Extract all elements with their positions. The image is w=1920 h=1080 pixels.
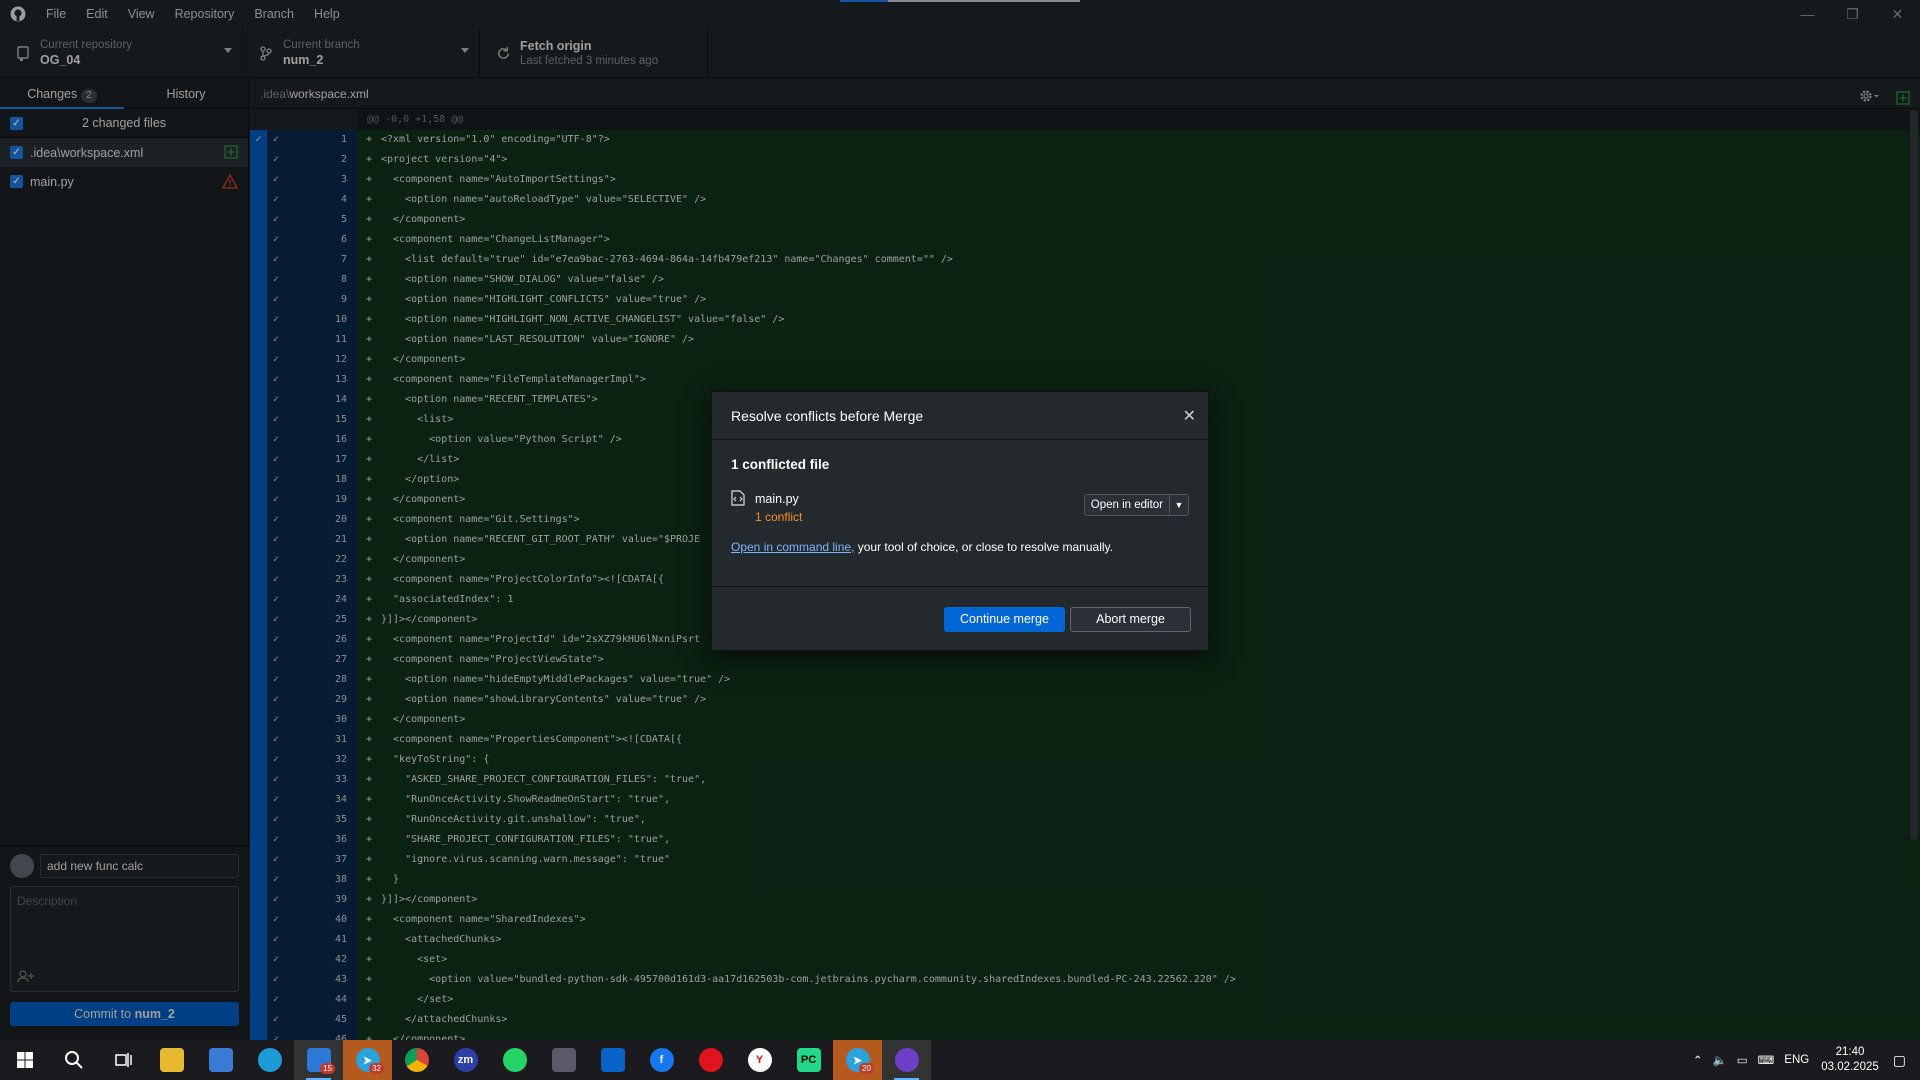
telegram-badge: 20 [859, 1063, 874, 1074]
github-desktop-icon[interactable] [882, 1040, 931, 1080]
conflicted-file-name: main.py [755, 492, 799, 506]
telegram-icon[interactable]: ➤ 20 [833, 1040, 882, 1080]
whatsapp-icon[interactable] [490, 1040, 539, 1080]
pycharm-icon[interactable]: PC [784, 1040, 833, 1080]
edge-icon[interactable] [245, 1040, 294, 1080]
system-tray: ⌃ 🔈 ▭ ⌨ ENG 21:40 03.02.2025 ▢ [1693, 1040, 1920, 1080]
network-icon[interactable]: ▭ [1737, 1053, 1748, 1067]
yandex-icon[interactable]: Y [735, 1040, 784, 1080]
conflicted-file-count: 1 conflicted file [731, 457, 830, 472]
notifications-icon[interactable]: ▢ [1893, 1052, 1906, 1069]
task-view-icon[interactable] [98, 1040, 147, 1080]
mail-badge: 15 [320, 1063, 335, 1074]
open-in-command-line-link[interactable]: Open in command line, [731, 540, 854, 554]
language-indicator[interactable]: ENG [1784, 1054, 1809, 1066]
close-icon[interactable]: ✕ [1183, 406, 1196, 426]
conflicted-file-row: main.py 1 conflict Open in editor ▼ [731, 490, 1189, 530]
file-code-icon [731, 490, 745, 530]
zoom-icon[interactable]: zm [441, 1040, 490, 1080]
clock[interactable]: 21:40 03.02.2025 [1821, 1045, 1879, 1075]
opera-icon[interactable] [686, 1040, 735, 1080]
abort-merge-button[interactable]: Abort merge [1070, 607, 1191, 632]
pen-app-icon[interactable] [539, 1040, 588, 1080]
keyboard-icon[interactable]: ⌨ [1758, 1053, 1775, 1067]
telegram-icon[interactable]: ➤ 32 [343, 1040, 392, 1080]
help-rest: your tool of choice, or close to resolve… [854, 540, 1113, 554]
store-icon[interactable] [196, 1040, 245, 1080]
search-icon[interactable] [49, 1040, 98, 1080]
dialog-title: Resolve conflicts before Merge [731, 407, 924, 424]
file-explorer-icon[interactable] [147, 1040, 196, 1080]
open-in-editor-label: Open in editor [1085, 495, 1170, 515]
chrome-icon[interactable] [392, 1040, 441, 1080]
taskbar: 15 ➤ 32 zm f Y PC ➤ 20 ⌃ 🔈 ▭ ⌨ ENG 21:40 03… [0, 1040, 1920, 1080]
chevron-up-icon[interactable]: ⌃ [1693, 1053, 1703, 1067]
date: 03.02.2025 [1821, 1061, 1879, 1073]
continue-merge-button[interactable]: Continue merge [944, 607, 1065, 632]
resolve-conflicts-dialog: Resolve conflicts before Merge ✕ 1 confl… [711, 391, 1209, 651]
telegram-badge: 32 [369, 1063, 384, 1074]
volume-icon[interactable]: 🔈 [1712, 1053, 1726, 1067]
windows-start-icon[interactable] [0, 1040, 49, 1080]
chevron-down-icon[interactable]: ▼ [1170, 495, 1188, 515]
resolve-help-text: Open in command line, your tool of choic… [731, 540, 1189, 554]
open-in-editor-button[interactable]: Open in editor ▼ [1083, 494, 1189, 516]
conflict-count: 1 conflict [755, 510, 803, 524]
outlook-icon[interactable] [588, 1040, 637, 1080]
facebook-icon[interactable]: f [637, 1040, 686, 1080]
mail-app-icon[interactable]: 15 [294, 1040, 343, 1080]
time: 21:40 [1835, 1046, 1865, 1058]
